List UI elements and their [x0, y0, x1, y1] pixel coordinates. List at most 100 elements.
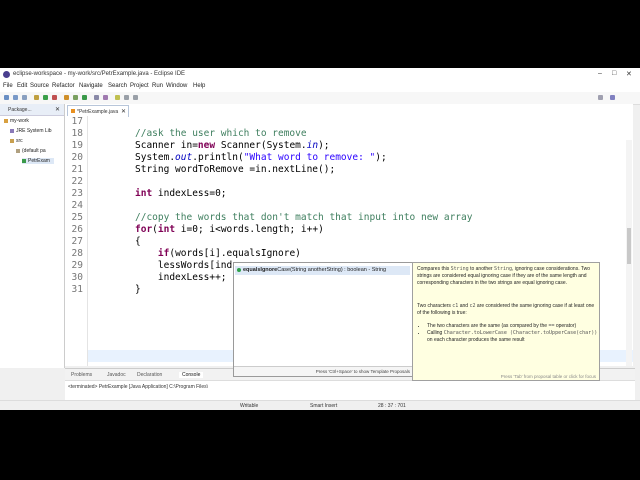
tree-item-label: PetrExam [28, 158, 50, 164]
line-number: 28 [71, 248, 83, 259]
new-class-icon[interactable] [82, 95, 87, 100]
doc-code: String [450, 266, 469, 272]
line-number: 17 [71, 116, 83, 127]
maximize-icon[interactable]: □ [612, 70, 616, 77]
code-line[interactable]: //copy the words that don't match that i… [135, 212, 472, 223]
doc-list-item-2: Calling Character.toLowerCase (Character… [427, 330, 599, 344]
forward-icon[interactable] [133, 95, 138, 100]
proposal-equalsignorecase[interactable]: equalsIgnoreCase(String anotherString) :… [235, 266, 410, 275]
code-line[interactable]: //ask the user which to remove [135, 128, 307, 139]
tree-item-label: JRE System Lib [16, 128, 52, 134]
save-all-icon[interactable] [22, 95, 27, 100]
line-number: 31 [71, 284, 83, 295]
line-number: 19 [71, 140, 83, 151]
open-type-icon[interactable] [94, 95, 99, 100]
code-line[interactable]: int indexLess=0; [135, 188, 227, 199]
close-icon[interactable]: ✕ [55, 106, 60, 113]
line-number: 30 [71, 272, 83, 283]
public-method-icon [237, 268, 241, 272]
code-line[interactable]: indexLess++; [135, 272, 227, 283]
doc-text: and [458, 303, 470, 309]
tree-item-label: my-work [10, 118, 29, 124]
new-java-project-icon[interactable] [64, 95, 69, 100]
status-bar: Writable Smart Insert 28 : 37 : 701 [0, 400, 640, 410]
tree-item-label: (default pa [22, 148, 46, 154]
menu-search[interactable]: Search [108, 83, 127, 89]
package-explorer-tab[interactable]: Package... ✕ [0, 104, 64, 116]
menu-source[interactable]: Source [30, 83, 49, 89]
code-line[interactable]: if(words[i].equalsIgnore) [135, 248, 301, 259]
new-package-icon[interactable] [73, 95, 78, 100]
line-number: 23 [71, 188, 83, 199]
content-assist-hint: Press 'Ctrl+Space' to show Template Prop… [315, 369, 410, 374]
minimize-icon[interactable]: – [598, 70, 602, 77]
tab-problems[interactable]: Problems [71, 372, 92, 378]
javadoc-hover[interactable]: Compares this String to another String, … [412, 262, 600, 381]
tab-declaration[interactable]: Declaration [137, 372, 162, 378]
tab-console[interactable]: Console [179, 372, 204, 378]
menu-edit[interactable]: Edit [17, 83, 27, 89]
library-icon [10, 128, 14, 133]
tree-item-default-package[interactable]: (default pa [16, 148, 46, 154]
run-icon[interactable] [43, 95, 48, 100]
tree-item-src[interactable]: src [10, 138, 23, 144]
package-icon [16, 148, 20, 153]
close-icon[interactable]: ✕ [626, 70, 632, 78]
code-line[interactable]: System.out.println("What word to remove:… [135, 152, 387, 163]
menu-bar: File Edit Source Refactor Navigate Searc… [0, 82, 640, 92]
console-output: <terminated> PetrExample [Java Applicati… [68, 384, 209, 390]
perspective-icon[interactable] [598, 95, 603, 100]
tree-item-my-work[interactable]: my-work [4, 118, 29, 124]
window-title: eclipse-workspace - my-work/src/PetrExam… [13, 71, 186, 77]
new-icon[interactable] [4, 95, 9, 100]
line-number: 25 [71, 212, 83, 223]
code-line[interactable]: Scanner in=new Scanner(System.in); [135, 140, 330, 151]
line-number: 26 [71, 224, 83, 235]
menu-navigate[interactable]: Navigate [79, 83, 103, 89]
proposal-label: equalsIgnoreCase(String anotherString) :… [243, 267, 386, 273]
tree-item-label: src [16, 138, 23, 144]
proposal-match: equalsIgnore [243, 267, 278, 273]
line-number: 27 [71, 236, 83, 247]
doc-paragraph-2: Two characters c1 and c2 are considered … [417, 303, 597, 317]
content-assist-popup: equalsIgnoreCase(String anotherString) :… [233, 262, 413, 377]
tab-javadoc[interactable]: Javadoc [107, 372, 126, 378]
status-writable: Writable [240, 403, 259, 409]
content-assist-footer: Press 'Ctrl+Space' to show Template Prop… [234, 366, 412, 376]
code-line[interactable]: } [135, 284, 141, 295]
tree-item-jre[interactable]: JRE System Lib [10, 128, 52, 134]
menu-project[interactable]: Project [130, 83, 149, 89]
menu-refactor[interactable]: Refactor [52, 83, 75, 89]
debug-icon[interactable] [34, 95, 39, 100]
close-tab-icon[interactable]: ✕ [121, 108, 126, 115]
back-icon[interactable] [124, 95, 129, 100]
line-number: 21 [71, 164, 83, 175]
doc-code: Character.toLowerCase (Character.toUpper… [443, 330, 598, 336]
javadoc-footer: Press 'Tab' from proposal table or click… [413, 372, 599, 380]
doc-text: operator) [554, 323, 577, 329]
code-line[interactable]: { [135, 236, 141, 247]
menu-file[interactable]: File [3, 83, 13, 89]
scrollbar-thumb[interactable] [627, 228, 631, 264]
annotation-icon[interactable] [115, 95, 120, 100]
search-icon[interactable] [103, 95, 108, 100]
external-tools-icon[interactable] [52, 95, 57, 100]
eclipse-logo-icon [3, 71, 10, 78]
status-insert-mode: Smart Insert [310, 403, 338, 409]
doc-text: Two characters [417, 303, 453, 309]
menu-run[interactable]: Run [152, 83, 163, 89]
menu-window[interactable]: Window [166, 83, 187, 89]
java-file-icon [71, 109, 75, 113]
save-icon[interactable] [13, 95, 18, 100]
project-icon [4, 118, 8, 123]
source-folder-icon [10, 138, 14, 143]
code-line[interactable]: String wordToRemove =in.nextLine(); [135, 164, 335, 175]
package-explorer-tab-label: Package... [8, 107, 32, 113]
tree-item-petrexample[interactable]: PetrExam [22, 158, 54, 164]
doc-text: Compares this [417, 266, 451, 272]
code-line[interactable]: lessWords[ind [135, 260, 232, 271]
menu-help[interactable]: Help [193, 83, 205, 89]
java-perspective-icon[interactable] [610, 95, 615, 100]
java-file-icon [22, 158, 26, 163]
code-line[interactable]: for(int i=0; i<words.length; i++) [135, 224, 324, 235]
